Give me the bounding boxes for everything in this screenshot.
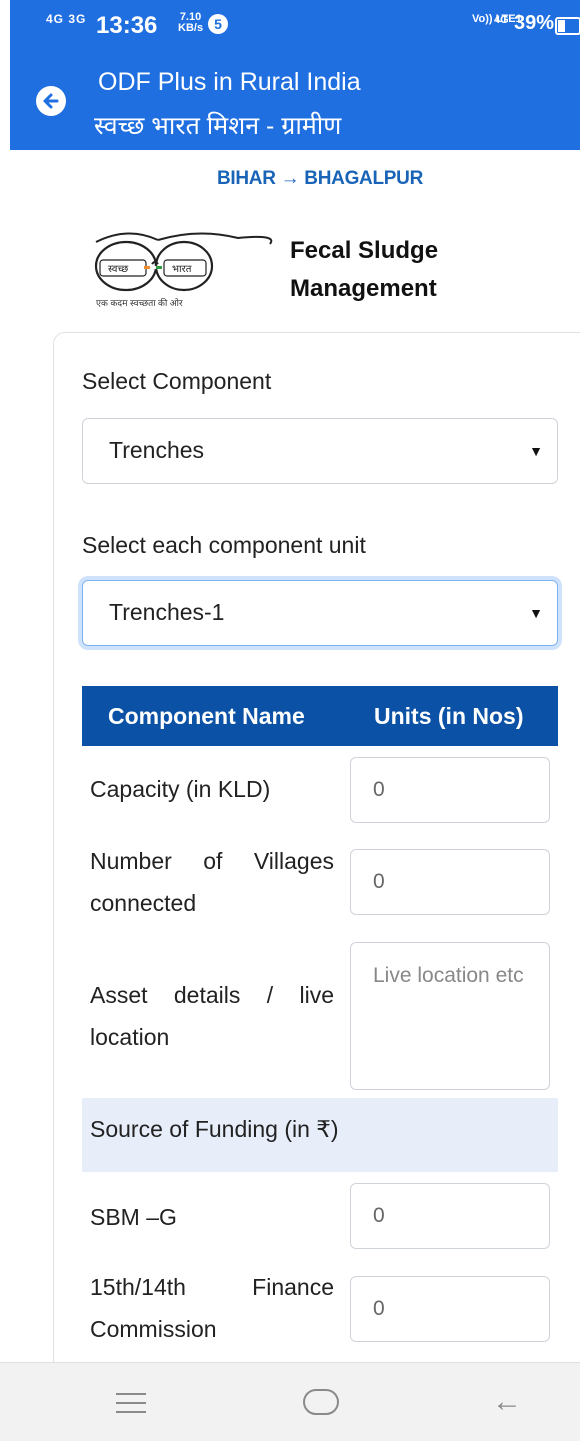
- component-select[interactable]: Trenches ▼: [82, 418, 558, 484]
- dropdown-caret-icon: ▼: [529, 605, 543, 621]
- glasses-logo-icon: स्वच्छ भारत: [94, 232, 273, 292]
- funding-header-text: Source of Funding (in ₹): [90, 1116, 339, 1142]
- funding-section-header: Source of Funding (in ₹): [82, 1098, 558, 1172]
- sbm-g-value: 0: [373, 1204, 385, 1227]
- back-arrow-icon[interactable]: [36, 86, 66, 116]
- unit-label: Select each component unit: [82, 532, 366, 558]
- villages-connected-text: Number of Villages connected: [90, 848, 334, 916]
- finance-commission-input[interactable]: 0: [350, 1276, 550, 1342]
- battery-percent: 39%: [514, 12, 555, 34]
- column-units: Units (in Nos): [374, 703, 524, 729]
- unit-select[interactable]: Trenches-1 ▼: [82, 580, 558, 646]
- finance-commission-label: 15th/14th Finance Commission: [90, 1274, 334, 1342]
- dropdown-caret-icon: ▼: [529, 443, 543, 459]
- asset-details-label: Asset details / live location: [90, 982, 334, 1050]
- notification-badge: 5: [208, 14, 228, 34]
- villages-connected-label: Number of Villages connected: [90, 840, 334, 924]
- section-title-line2: Management: [290, 275, 437, 302]
- asset-details-placeholder: Live location etc: [373, 964, 524, 987]
- capacity-input-value: 0: [373, 778, 385, 801]
- app-subtitle: स्वच्छ भारत मिशन - ग्रामीण: [94, 112, 342, 140]
- logo-tagline: एक कदम स्वच्छता की ओर: [96, 298, 183, 308]
- logo-right-word: भारत: [172, 264, 192, 275]
- breadcrumb: BIHAR → BHAGALPUR: [216, 168, 423, 189]
- capacity-input[interactable]: 0: [350, 757, 550, 823]
- status-time: 13:36: [96, 12, 158, 39]
- signal-indicator: 4G: [494, 14, 509, 26]
- sbm-g-input[interactable]: 0: [350, 1183, 550, 1249]
- speed-unit: KB/s: [178, 22, 204, 34]
- unit-select-value: Trenches-1: [109, 599, 225, 625]
- sbm-g-label: SBM –G: [90, 1204, 177, 1230]
- system-nav-bar: ←: [0, 1362, 580, 1441]
- swachh-bharat-logo: स्वच्छ भारत एक कदम स्वच्छता की ओर: [88, 222, 288, 318]
- finance-commission-value: 0: [373, 1297, 385, 1320]
- section-title: Fecal Sludge Management: [290, 232, 438, 308]
- menu-icon[interactable]: [116, 1393, 146, 1420]
- section-title-line1: Fecal Sludge: [290, 237, 439, 264]
- arrow-left-icon: [43, 93, 59, 109]
- app-title: ODF Plus in Rural India: [98, 68, 361, 96]
- capacity-label: Capacity (in KLD): [90, 776, 271, 802]
- home-icon[interactable]: [303, 1389, 339, 1415]
- table-header: Component Name Units (in Nos): [82, 686, 558, 746]
- status-bar: 4G 3G 13:36 7.10 KB/s 5 Vo)) LTE1 4G 39%: [10, 0, 580, 52]
- column-component-name: Component Name: [108, 703, 305, 729]
- battery-icon: [555, 17, 580, 35]
- villages-connected-value: 0: [373, 870, 385, 893]
- app-header: 4G 3G 13:36 7.10 KB/s 5 Vo)) LTE1 4G 39%…: [10, 0, 580, 150]
- component-label: Select Component: [82, 368, 272, 394]
- logo-left-word: स्वच्छ: [108, 264, 128, 275]
- network-speed: 7.10 KB/s: [178, 12, 203, 34]
- network-indicator: 4G 3G: [46, 12, 87, 26]
- villages-connected-input[interactable]: 0: [350, 849, 550, 915]
- asset-details-textarea[interactable]: Live location etc: [350, 942, 550, 1090]
- back-icon[interactable]: ←: [492, 1385, 522, 1419]
- component-select-value: Trenches: [109, 437, 205, 463]
